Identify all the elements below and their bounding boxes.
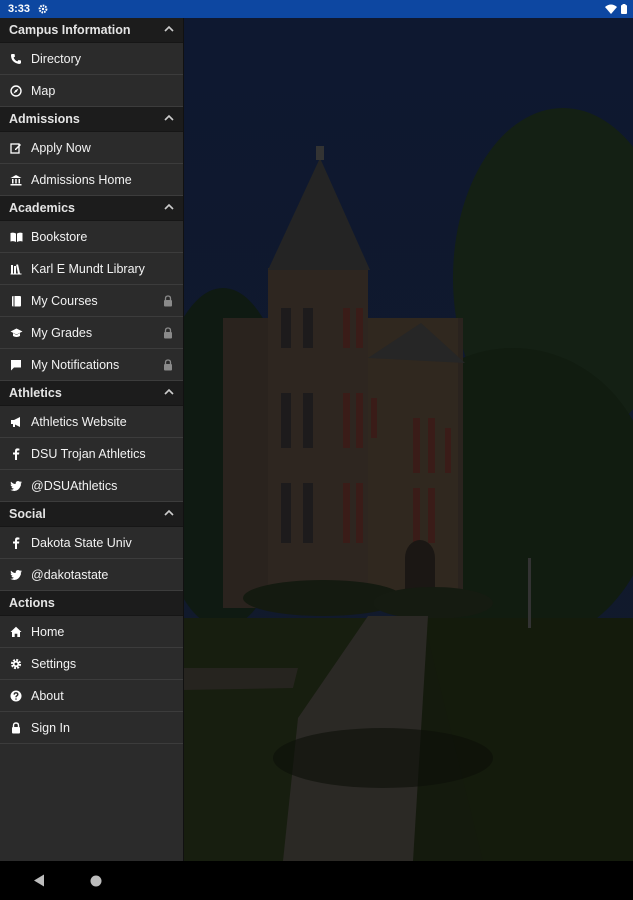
- chat-bubble-icon: [9, 358, 23, 372]
- section-title: Academics: [9, 201, 76, 215]
- section-title: Athletics: [9, 386, 62, 400]
- drawer-item-label: DSU Trojan Athletics: [31, 446, 146, 461]
- section-title: Social: [9, 507, 46, 521]
- drawer-item-label: Directory: [31, 51, 82, 66]
- drawer-item-dsuathletics-twitter[interactable]: @DSUAthletics: [0, 470, 183, 502]
- battery-icon: [621, 4, 627, 14]
- drawer-item-label: Athletics Website: [31, 414, 127, 429]
- drawer-item-label: Settings: [31, 656, 77, 671]
- drawer-item-label: Dakota State Univ: [31, 535, 132, 550]
- section-title: Actions: [9, 596, 55, 610]
- system-navigation-bar: [0, 861, 633, 900]
- book-icon: [9, 294, 23, 308]
- campus-background-image: [183, 18, 633, 861]
- drawer-item-label: @DSUAthletics: [31, 478, 118, 493]
- drawer-item-apply-now[interactable]: Apply Now: [0, 132, 183, 164]
- institution-icon: [9, 173, 23, 187]
- chevron-up-icon[interactable]: [164, 508, 174, 518]
- facebook-icon: [9, 536, 23, 550]
- lock-icon: [164, 359, 172, 371]
- drawer-item-label: My Courses: [31, 293, 98, 308]
- twitter-icon: [9, 479, 23, 493]
- navigation-drawer: Campus Information Directory Map Admissi…: [0, 18, 184, 861]
- settings-notification-icon: [38, 4, 48, 14]
- home-button-icon[interactable]: [90, 875, 102, 887]
- section-header-campus-information[interactable]: Campus Information: [0, 18, 183, 43]
- drawer-item-map[interactable]: Map: [0, 75, 183, 107]
- drawer-item-label: Admissions Home: [31, 172, 132, 187]
- status-bar: 3:33: [0, 0, 633, 18]
- chevron-up-icon[interactable]: [164, 113, 174, 123]
- twitter-icon: [9, 568, 23, 582]
- drawer-item-label: Apply Now: [31, 140, 91, 155]
- drawer-item-dakota-state-univ-facebook[interactable]: Dakota State Univ: [0, 527, 183, 559]
- open-book-icon: [9, 230, 23, 244]
- edit-icon: [9, 141, 23, 155]
- lock-icon: [164, 295, 172, 307]
- drawer-item-label: Map: [31, 83, 56, 98]
- drawer-item-label: My Notifications: [31, 357, 120, 372]
- section-title: Admissions: [9, 112, 80, 126]
- chevron-up-icon[interactable]: [164, 387, 174, 397]
- drawer-item-admissions-home[interactable]: Admissions Home: [0, 164, 183, 196]
- chevron-up-icon[interactable]: [164, 202, 174, 212]
- chevron-up-icon[interactable]: [164, 24, 174, 34]
- drawer-item-label: Sign In: [31, 720, 70, 735]
- back-icon[interactable]: [33, 874, 45, 887]
- section-header-social[interactable]: Social: [0, 502, 183, 527]
- wifi-icon: [605, 4, 617, 14]
- drawer-item-label: @dakotastate: [31, 567, 109, 582]
- drawer-item-about[interactable]: About: [0, 680, 183, 712]
- drawer-item-bookstore[interactable]: Bookstore: [0, 221, 183, 253]
- megaphone-icon: [9, 415, 23, 429]
- drawer-item-label: My Grades: [31, 325, 93, 340]
- drawer-item-library[interactable]: Karl E Mundt Library: [0, 253, 183, 285]
- drawer-item-home[interactable]: Home: [0, 616, 183, 648]
- drawer-item-dakotastate-twitter[interactable]: @dakotastate: [0, 559, 183, 591]
- section-header-athletics[interactable]: Athletics: [0, 381, 183, 406]
- graduation-cap-icon: [9, 326, 23, 340]
- library-icon: [9, 262, 23, 276]
- section-header-actions: Actions: [0, 591, 183, 616]
- status-time: 3:33: [8, 3, 31, 15]
- drawer-item-dsu-trojan-athletics[interactable]: DSU Trojan Athletics: [0, 438, 183, 470]
- drawer-item-sign-in[interactable]: Sign In: [0, 712, 183, 744]
- section-title: Campus Information: [9, 23, 131, 37]
- section-header-academics[interactable]: Academics: [0, 196, 183, 221]
- help-icon: [9, 689, 23, 703]
- drawer-item-label: Bookstore: [31, 229, 88, 244]
- home-icon: [9, 625, 23, 639]
- section-header-admissions[interactable]: Admissions: [0, 107, 183, 132]
- lock-icon: [164, 327, 172, 339]
- drawer-item-my-grades[interactable]: My Grades: [0, 317, 183, 349]
- drawer-item-label: Karl E Mundt Library: [31, 261, 145, 276]
- drawer-item-my-notifications[interactable]: My Notifications: [0, 349, 183, 381]
- facebook-icon: [9, 447, 23, 461]
- drawer-item-my-courses[interactable]: My Courses: [0, 285, 183, 317]
- drawer-item-label: Home: [31, 624, 65, 639]
- compass-icon: [9, 84, 23, 98]
- drawer-item-settings[interactable]: Settings: [0, 648, 183, 680]
- phone-icon: [9, 52, 23, 66]
- lock-icon: [9, 721, 23, 735]
- gear-icon: [9, 657, 23, 671]
- drawer-item-athletics-website[interactable]: Athletics Website: [0, 406, 183, 438]
- drawer-item-label: About: [31, 688, 64, 703]
- drawer-item-directory[interactable]: Directory: [0, 43, 183, 75]
